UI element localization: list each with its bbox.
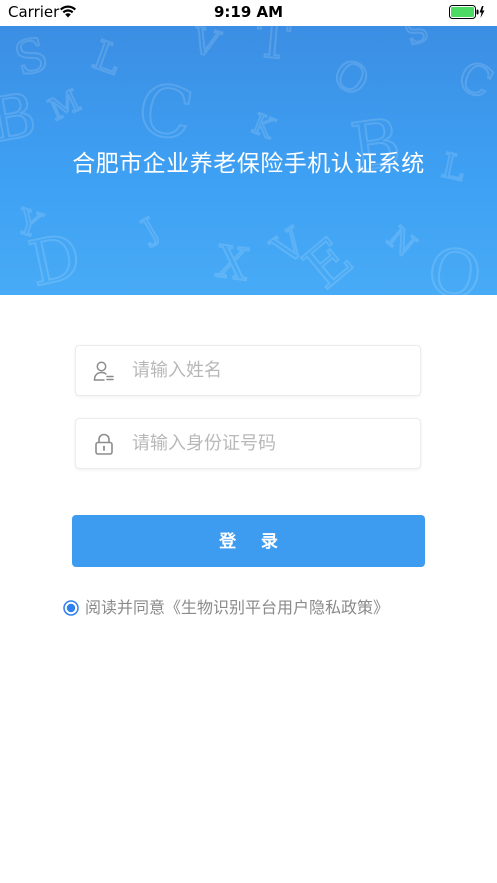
svg-text:X: X xyxy=(213,236,252,291)
radio-checked-icon[interactable] xyxy=(63,600,79,616)
name-input[interactable] xyxy=(132,346,412,395)
svg-text:L: L xyxy=(87,32,128,84)
page-title: 合肥市企业养老保险手机认证系统 xyxy=(72,151,425,177)
svg-text:S: S xyxy=(9,26,53,86)
svg-text:D: D xyxy=(23,219,87,295)
svg-text:T: T xyxy=(254,26,292,71)
svg-text:O: O xyxy=(325,50,376,106)
login-button[interactable]: 登 录 xyxy=(72,515,425,567)
svg-text:K: K xyxy=(247,107,280,146)
svg-text:M: M xyxy=(44,84,87,129)
svg-text:V: V xyxy=(187,26,225,67)
agreement-prefix: 阅读并同意 xyxy=(85,598,166,617)
svg-text:O: O xyxy=(422,234,487,295)
name-field[interactable] xyxy=(75,345,421,396)
header-banner: S L B M C V T O S C B L Y D J X V E N O xyxy=(0,26,497,295)
login-screen: Carrier 9:19 AM S L B M C V T O S C B L … xyxy=(0,0,497,883)
svg-text:E: E xyxy=(292,226,365,295)
agreement-text: 阅读并同意《生物识别平台用户隐私政策》 xyxy=(85,596,389,620)
agreement-row[interactable]: 阅读并同意《生物识别平台用户隐私政策》 xyxy=(63,596,443,620)
status-time: 9:19 AM xyxy=(213,3,284,21)
id-number-input[interactable] xyxy=(132,419,412,468)
privacy-policy-link[interactable]: 《生物识别平台用户隐私政策》 xyxy=(165,598,389,617)
svg-text:J: J xyxy=(134,212,165,250)
svg-text:S: S xyxy=(400,26,434,54)
user-icon xyxy=(93,361,114,381)
status-bar: Carrier 9:19 AM xyxy=(0,0,497,26)
svg-text:C: C xyxy=(451,51,497,109)
battery-full-charging-icon xyxy=(449,5,485,19)
lock-icon xyxy=(95,433,113,455)
svg-text:N: N xyxy=(380,220,423,264)
id-number-field[interactable] xyxy=(75,418,421,469)
